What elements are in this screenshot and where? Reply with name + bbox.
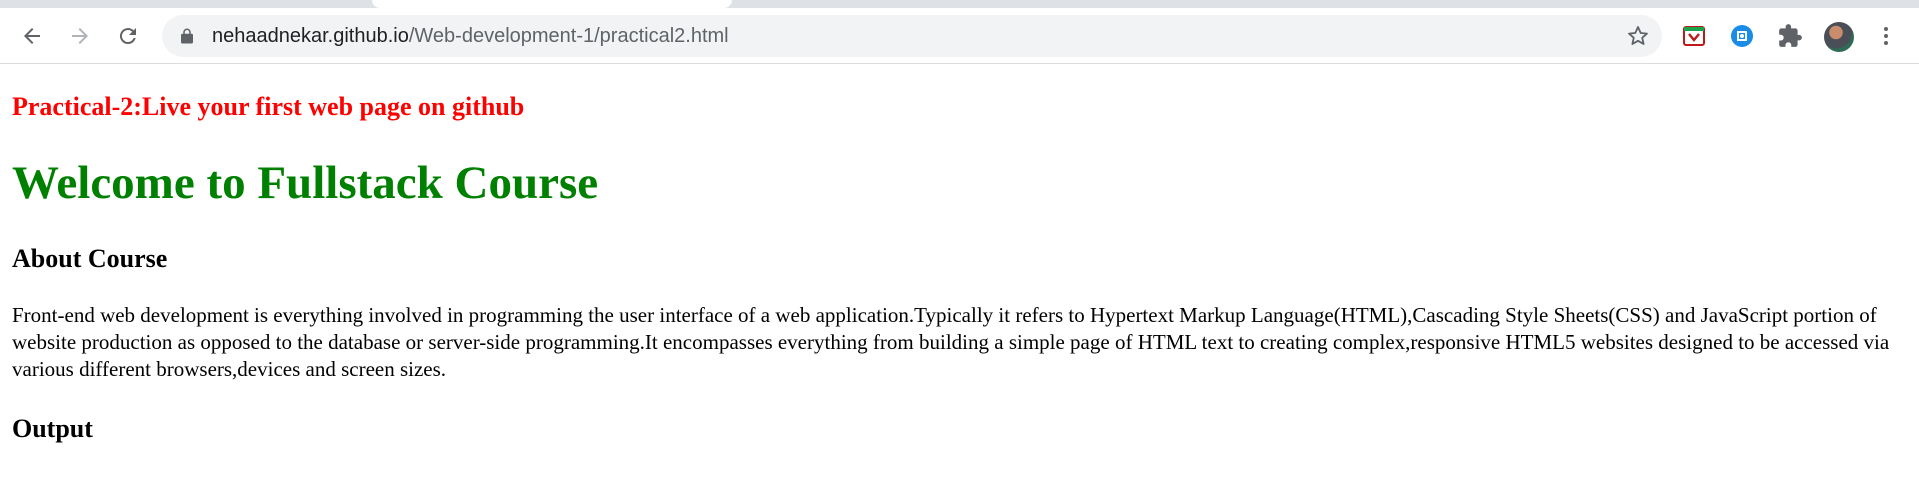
blue-extension-button[interactable] [1728,22,1756,50]
lock-icon [181,28,193,44]
reload-icon [119,28,136,45]
mcafee-extension-button[interactable] [1680,22,1708,50]
arrow-right-icon [72,28,88,44]
reload-button[interactable] [110,18,146,54]
blue-extension-icon [1731,25,1753,47]
extensions-menu-button[interactable] [1776,22,1804,50]
url-host: nehaadnekar.github.io [212,25,409,47]
browser-toolbar: nehaadnekar.github.io/Web-development-1/… [0,8,1919,64]
practical-title: Practical-2:Live your first web page on … [12,92,525,121]
forward-button[interactable] [62,18,98,54]
star-icon[interactable] [1626,24,1650,48]
about-heading: About Course [12,244,168,273]
page-content: Practical-2:Live your first web page on … [0,64,1919,483]
active-tab[interactable] [372,0,732,8]
puzzle-icon [1779,24,1802,47]
about-paragraph: Front-end web development is everything … [12,303,1890,381]
address-bar[interactable]: nehaadnekar.github.io/Web-development-1/… [162,15,1662,57]
mcafee-extension-icon [1683,26,1705,46]
output-heading: Output [12,414,93,443]
avatar[interactable] [1824,22,1854,52]
back-button[interactable] [14,18,50,54]
kebab-menu-button[interactable] [1872,22,1900,50]
arrow-left-icon [24,28,40,44]
url-text[interactable]: nehaadnekar.github.io/Web-development-1/… [212,15,729,57]
url-path: /Web-development-1/practical2.html [408,25,729,47]
main-heading: Welcome to Fullstack Course [12,157,599,209]
kebab-menu-icon [1884,27,1888,45]
tab-strip [0,0,1919,8]
